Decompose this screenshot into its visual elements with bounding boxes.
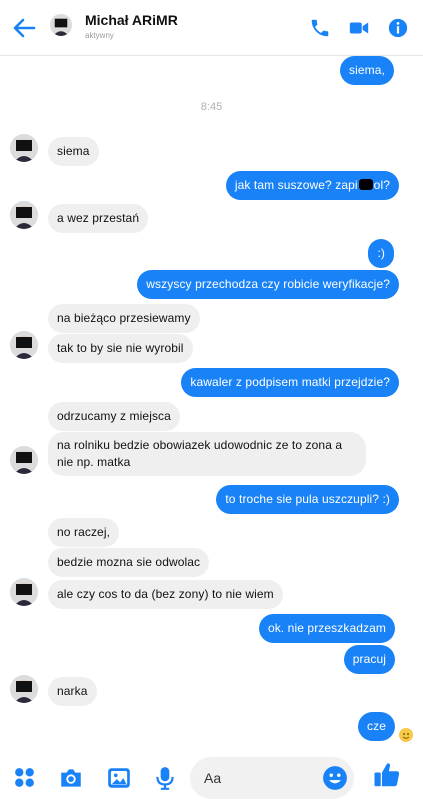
back-arrow-icon[interactable]	[10, 14, 38, 42]
message-outgoing[interactable]: wszyscy przechodza czy robicie weryfikac…	[137, 270, 399, 299]
seen-emoji-icon	[399, 728, 413, 742]
apps-grid-icon[interactable]	[12, 765, 37, 790]
info-icon[interactable]	[387, 17, 409, 39]
gallery-icon[interactable]	[106, 765, 132, 791]
video-camera-icon[interactable]	[348, 17, 370, 39]
contact-avatar-small	[10, 134, 38, 162]
contact-status: aktywny	[85, 31, 114, 40]
camera-icon[interactable]	[58, 765, 84, 791]
message-outgoing[interactable]: pracuj	[343, 645, 395, 674]
thumbs-up-icon[interactable]	[372, 760, 402, 790]
message-input[interactable]	[190, 757, 300, 799]
contact-avatar-small	[10, 446, 38, 474]
message-incoming[interactable]: tak to by sie nie wyrobil	[48, 334, 193, 363]
message-outgoing[interactable]: jak tam suszowe? zapi ol?	[225, 171, 399, 200]
emoji-icon[interactable]	[322, 765, 348, 791]
message-incoming[interactable]: narka	[48, 677, 97, 706]
message-outgoing[interactable]: to troche sie pula uszczupli? :)	[216, 485, 399, 514]
redaction-mark	[358, 179, 373, 190]
message-outgoing[interactable]: kawaler z podpisem matki przejdzie?	[181, 368, 399, 397]
contact-avatar-small	[10, 331, 38, 359]
message-incoming[interactable]: odrzucamy z miejsca	[48, 402, 180, 431]
message-incoming[interactable]: ale czy cos to da (bez zony) to nie wiem	[48, 580, 283, 609]
phone-icon[interactable]	[309, 17, 331, 39]
contact-avatar[interactable]	[50, 14, 72, 36]
message-incoming[interactable]: bedzie mozna sie odwolac	[48, 548, 210, 577]
message-outgoing[interactable]: cze	[358, 712, 395, 741]
contact-avatar-small	[10, 201, 38, 229]
contact-avatar-small	[10, 675, 38, 703]
microphone-icon[interactable]	[152, 765, 178, 791]
chat-header: Michał ARiMR aktywny	[0, 0, 423, 56]
contact-avatar-small	[10, 578, 38, 606]
message-incoming[interactable]: no raczej,	[48, 518, 120, 547]
contact-name[interactable]: Michał ARiMR	[85, 12, 178, 28]
message-incoming[interactable]: a wez przestań	[48, 204, 149, 233]
message-incoming[interactable]: na bieżąco przesiewamy	[48, 304, 200, 333]
message-outgoing[interactable]: :)	[368, 239, 394, 268]
message-outgoing[interactable]: siema,	[340, 56, 394, 85]
timestamp: 8:45	[200, 101, 223, 113]
message-outgoing[interactable]: ok. nie przeszkadzam	[258, 614, 395, 643]
message-incoming[interactable]: siema	[48, 137, 99, 166]
message-incoming[interactable]: na rolniku bedzie obowiazek udowodnic ze…	[48, 432, 366, 476]
message-input-field[interactable]	[190, 757, 354, 799]
